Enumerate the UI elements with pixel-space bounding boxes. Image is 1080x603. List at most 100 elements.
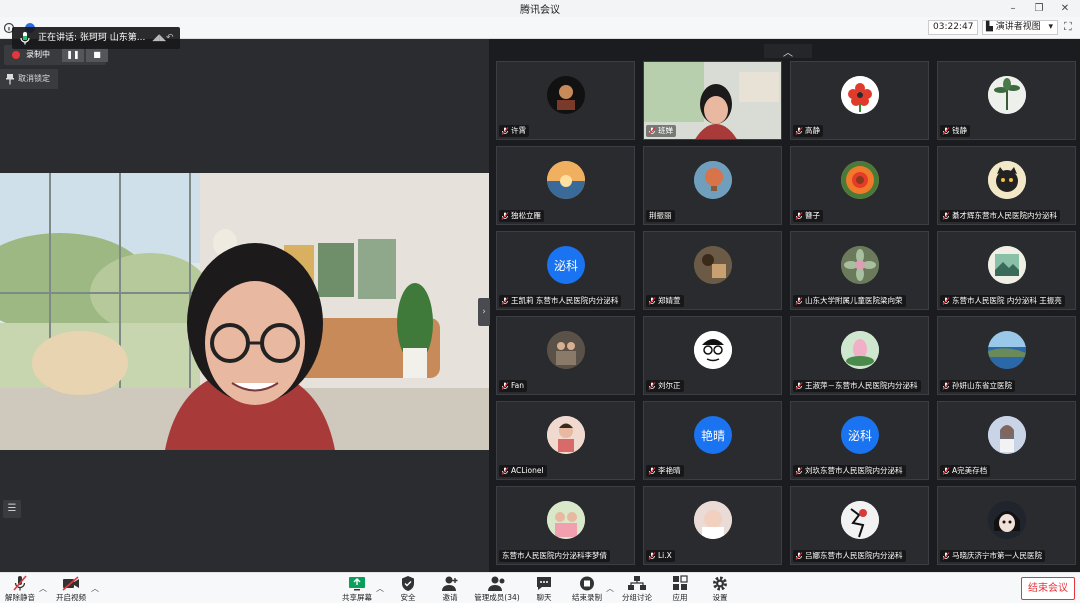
muted-mic-icon: [795, 127, 803, 135]
participant-avatar: [694, 246, 732, 284]
participant-name: 山东大学附属儿童医院梁向荣: [793, 295, 906, 307]
participant-tile[interactable]: A完美存档: [937, 401, 1076, 480]
participant-tile[interactable]: 荆振丽: [643, 146, 782, 225]
unpin-button[interactable]: 取消锁定: [0, 69, 58, 89]
list-icon[interactable]: ☰: [3, 500, 21, 518]
participant-avatar: 艳晴: [694, 416, 732, 454]
security-label: 安全: [400, 593, 416, 602]
participant-tile[interactable]: 班婵: [643, 61, 782, 140]
participant-name: 许霄: [499, 125, 529, 137]
participant-tile[interactable]: 许霄: [496, 61, 635, 140]
participant-name-label: 刘尔正: [658, 381, 681, 390]
chat-button[interactable]: 聊天: [532, 575, 556, 603]
participant-name-label: 高静: [805, 126, 820, 135]
collapse-panel-button[interactable]: ›: [478, 298, 490, 326]
view-selector[interactable]: ▙ 演讲者视图 ▾: [982, 20, 1058, 35]
breakout-button[interactable]: 分组讨论: [620, 575, 654, 603]
invite-button[interactable]: 邀请: [438, 575, 462, 603]
muted-mic-icon: [942, 382, 950, 390]
record-label: 结束录制: [572, 593, 602, 602]
participant-avatar: 泌科: [841, 416, 879, 454]
manage-members-button[interactable]: 管理成员(34): [474, 575, 520, 603]
participant-tile[interactable]: 马晓庆济宁市第一人民医院: [937, 486, 1076, 565]
participant-tile[interactable]: 高静: [790, 61, 929, 140]
participant-name: 吕娜东营市人民医院内分泌科: [793, 550, 906, 562]
participant-tile[interactable]: 艳晴 李艳晴: [643, 401, 782, 480]
muted-mic-icon: [942, 552, 950, 560]
participant-avatar: 泌科: [547, 246, 585, 284]
muted-mic-icon: [501, 212, 509, 220]
video-off-icon: [62, 576, 79, 591]
participant-tile[interactable]: Li.X: [643, 486, 782, 565]
start-video-button[interactable]: 开启视频: [54, 575, 88, 603]
participant-tile[interactable]: 王淑萍－东营市人民医院内分泌科: [790, 316, 929, 395]
bottom-toolbar: 解除静音 ︿ 开启视频 ︿ 共享屏幕 ︿ 安全 邀请 管理成员(34) 聊天 结…: [0, 572, 1080, 603]
settings-label: 设置: [712, 593, 728, 602]
participant-name-label: 东营市人民医院内分泌科李梦倩: [502, 551, 607, 560]
window-title: 腾讯会议: [520, 5, 560, 16]
muted-mic-icon: [942, 467, 950, 475]
unmute-button[interactable]: 解除静音: [4, 575, 36, 603]
share-options-icon[interactable]: ︿: [376, 583, 384, 594]
stop-record-button[interactable]: ■: [86, 48, 108, 62]
participant-avatar: [547, 76, 585, 114]
participant-avatar: [988, 501, 1026, 539]
apps-button[interactable]: 应用: [668, 575, 692, 603]
record-options-icon[interactable]: ︿: [606, 583, 614, 594]
pause-record-button[interactable]: ❚❚: [62, 48, 84, 62]
participant-name: 独松立雁: [499, 210, 544, 222]
participant-name: 王淑萍－东营市人民医院内分泌科: [793, 380, 921, 392]
participant-tile[interactable]: 簪子: [790, 146, 929, 225]
close-icon[interactable]: ✕: [1052, 0, 1078, 17]
participant-tile[interactable]: 泌科 王凯莉 东营市人民医院内分泌科: [496, 231, 635, 310]
avatar-text: 艳晴: [700, 428, 725, 443]
chat-label: 聊天: [536, 593, 552, 602]
participant-name-label: 马晓庆济宁市第一人民医院: [952, 551, 1042, 560]
participant-name-label: ACLionel: [511, 466, 544, 475]
participant-name-label: 刘玖东营市人民医院内分泌科: [805, 466, 903, 475]
audio-options-icon[interactable]: ︿: [39, 583, 47, 594]
minimize-icon[interactable]: –: [1000, 0, 1026, 17]
participant-tile[interactable]: ACLionel: [496, 401, 635, 480]
participant-tile[interactable]: 刘尔正: [643, 316, 782, 395]
participant-tile[interactable]: 山东大学附属儿童医院梁向荣: [790, 231, 929, 310]
participant-name-label: 吕娜东营市人民医院内分泌科: [805, 551, 903, 560]
participant-tile[interactable]: 孙妍山东省立医院: [937, 316, 1076, 395]
participant-name-label: 许霄: [511, 126, 526, 135]
muted-mic-icon: [942, 297, 950, 305]
restore-icon[interactable]: ❐: [1026, 0, 1052, 17]
participant-name: 东营市人民医院内分泌科李梦倩: [499, 550, 610, 562]
participant-name-label: 綦才辉东营市人民医院内分泌科: [952, 211, 1057, 220]
participant-tile[interactable]: 郑婧萱: [643, 231, 782, 310]
end-recording-button[interactable]: 结束录制: [570, 575, 604, 603]
participant-name-label: 孙妍山东省立医院: [952, 381, 1012, 390]
breakout-icon: [628, 576, 646, 590]
participant-avatar: [547, 331, 585, 369]
scroll-up-icon[interactable]: ︿: [764, 44, 812, 59]
participant-tile[interactable]: Fan: [496, 316, 635, 395]
participant-tile[interactable]: 钱静: [937, 61, 1076, 140]
speaking-indicator: 正在讲话: 张珂珂 山东第... ◢◣↶: [12, 27, 180, 49]
muted-mic-icon: [501, 467, 509, 475]
participant-name-label: 独松立雁: [511, 211, 541, 220]
video-options-icon[interactable]: ︿: [91, 583, 99, 594]
share-screen-button[interactable]: 共享屏幕: [340, 575, 374, 603]
participant-tile[interactable]: 独松立雁: [496, 146, 635, 225]
participant-tile[interactable]: 东营市人民医院内分泌科李梦倩: [496, 486, 635, 565]
participant-name-label: 钱静: [952, 126, 967, 135]
participant-name: 刘玖东营市人民医院内分泌科: [793, 465, 906, 477]
participant-avatar: [841, 331, 879, 369]
muted-mic-icon: [795, 297, 803, 305]
participant-avatar: [841, 501, 879, 539]
participant-tile[interactable]: 綦才辉东营市人民医院内分泌科: [937, 146, 1076, 225]
recording-label: 录制中: [26, 50, 50, 59]
fullscreen-icon[interactable]: ⛶: [1064, 20, 1072, 34]
participant-tile[interactable]: 东营市人民医院 内分泌科 王振亮: [937, 231, 1076, 310]
participant-tile[interactable]: 吕娜东营市人民医院内分泌科: [790, 486, 929, 565]
security-button[interactable]: 安全: [396, 575, 420, 603]
end-meeting-button[interactable]: 结束会议: [1021, 577, 1075, 600]
participant-tile[interactable]: 泌科刘玖东营市人民医院内分泌科: [790, 401, 929, 480]
participant-name-label: 簪子: [805, 211, 820, 220]
settings-button[interactable]: 设置: [708, 575, 732, 603]
participant-name-label: 东营市人民医院 内分泌科 王振亮: [952, 296, 1062, 305]
